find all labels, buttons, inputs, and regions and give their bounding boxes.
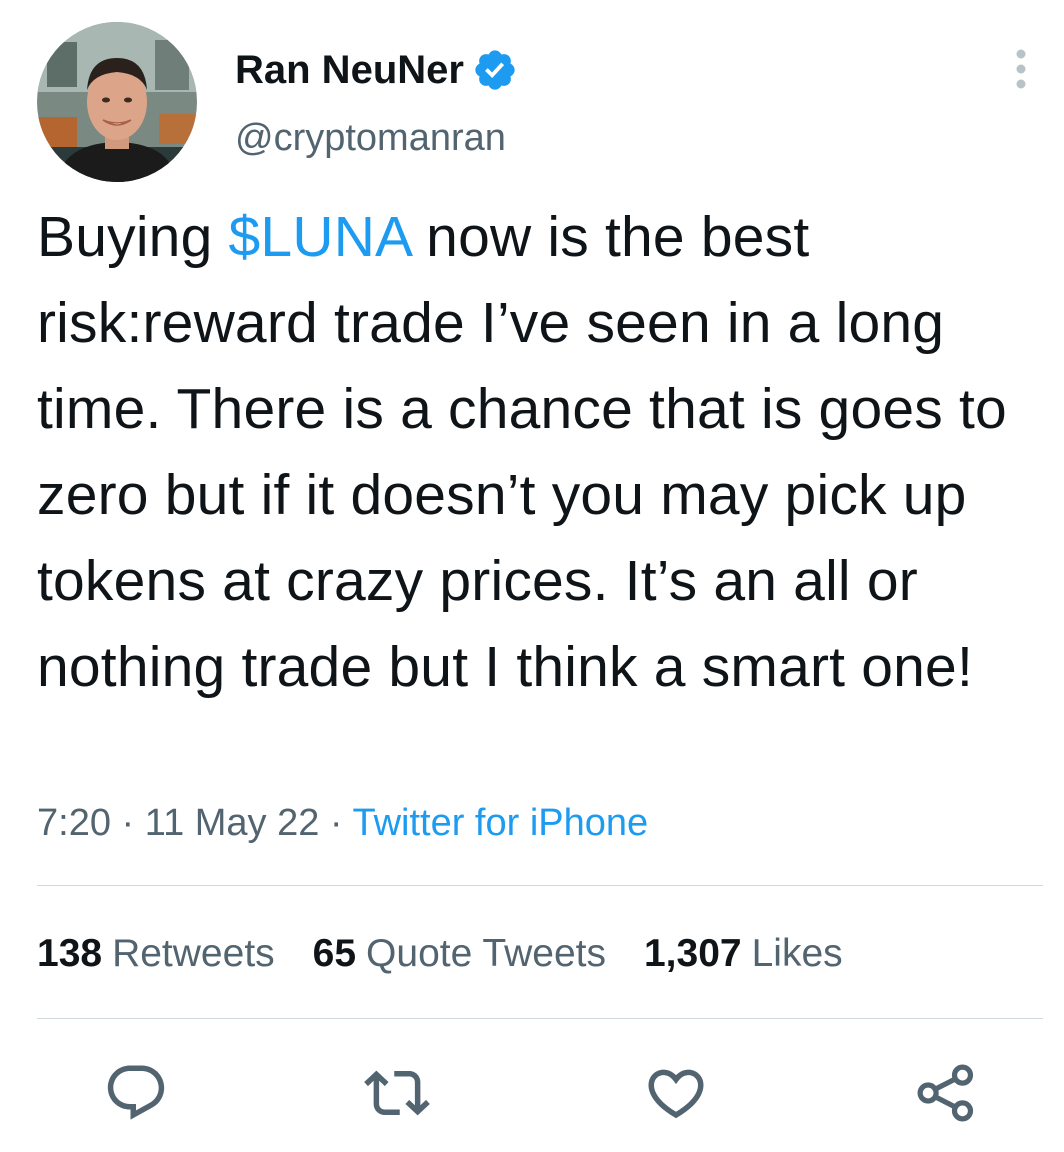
quote-tweets-count: 65 xyxy=(312,932,357,975)
divider xyxy=(37,885,1043,886)
divider xyxy=(37,1018,1043,1019)
likes-stat[interactable]: 1,307 Likes xyxy=(644,927,843,981)
retweets-label: Retweets xyxy=(112,932,275,975)
meta-separator: · xyxy=(110,802,145,844)
tweet-source-link[interactable]: Twitter for iPhone xyxy=(352,802,648,844)
more-options-button[interactable] xyxy=(1006,46,1036,92)
share-icon xyxy=(917,1064,974,1122)
retweet-icon xyxy=(364,1070,430,1116)
tweet-date[interactable]: 11 May 22 xyxy=(145,802,320,844)
profile-photo-avatar xyxy=(37,22,197,182)
author-name-text: Ran NeuNer xyxy=(235,48,464,92)
tweet-detail: Ran NeuNer @cryptomanran Buying $LUNA no… xyxy=(0,0,1064,1152)
reply-button[interactable] xyxy=(103,1060,169,1126)
tweet-text-body: now is the best risk:reward trade I’ve s… xyxy=(37,205,1007,699)
tweet-stats: 138 Retweets 65 Quote Tweets 1,307 Likes xyxy=(37,927,881,981)
more-vertical-icon xyxy=(1016,49,1026,89)
retweet-button[interactable] xyxy=(364,1060,430,1126)
tweet-text: Buying $LUNA now is the best risk:reward… xyxy=(37,194,1037,710)
likes-count: 1,307 xyxy=(643,932,742,975)
author-name[interactable]: Ran NeuNer xyxy=(235,44,518,96)
meta-separator: · xyxy=(319,802,353,844)
tweet-text-prefix: Buying xyxy=(37,205,229,269)
heart-icon xyxy=(648,1069,704,1119)
retweets-count: 138 xyxy=(37,932,103,975)
share-button[interactable] xyxy=(913,1060,979,1126)
quote-tweets-label: Quote Tweets xyxy=(366,932,606,975)
tweet-time[interactable]: 7:20 xyxy=(37,802,111,844)
tweet-meta: 7:20 · 11 May 22 · Twitter for iPhone xyxy=(37,797,648,849)
reply-icon xyxy=(107,1065,165,1120)
cashtag-link[interactable]: $LUNA xyxy=(229,205,411,269)
likes-label: Likes xyxy=(751,932,843,975)
author-handle[interactable]: @cryptomanran xyxy=(235,113,506,163)
verified-badge-icon xyxy=(472,47,518,93)
retweets-stat[interactable]: 138 Retweets xyxy=(37,927,275,981)
avatar[interactable] xyxy=(37,22,197,182)
quote-tweets-stat[interactable]: 65 Quote Tweets xyxy=(313,927,606,981)
like-button[interactable] xyxy=(643,1060,709,1126)
